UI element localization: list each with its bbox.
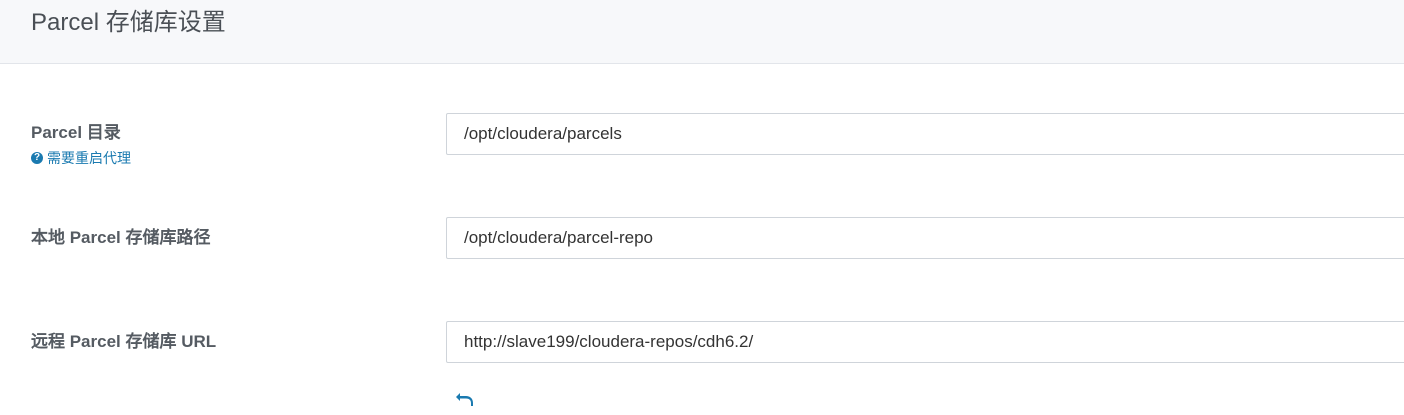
remote-repo-url-label: 远程 Parcel 存储库 URL xyxy=(31,332,217,351)
page-title: Parcel 存储库设置 xyxy=(31,9,226,36)
remote-repo-url-input[interactable] xyxy=(446,321,1404,363)
question-circle-icon: ? xyxy=(31,152,43,164)
undo-arrow-icon[interactable] xyxy=(455,389,475,409)
page-header: Parcel 存储库设置 xyxy=(0,0,1404,64)
parcel-directory-label: Parcel 目录 xyxy=(31,123,121,142)
restart-agent-hint-text: 需要重启代理 xyxy=(47,150,131,166)
local-repo-path-input[interactable] xyxy=(446,217,1404,259)
restart-agent-hint[interactable]: ? 需要重启代理 xyxy=(31,150,131,166)
parcel-directory-input[interactable] xyxy=(446,113,1404,155)
local-repo-path-label: 本地 Parcel 存储库路径 xyxy=(31,228,211,247)
